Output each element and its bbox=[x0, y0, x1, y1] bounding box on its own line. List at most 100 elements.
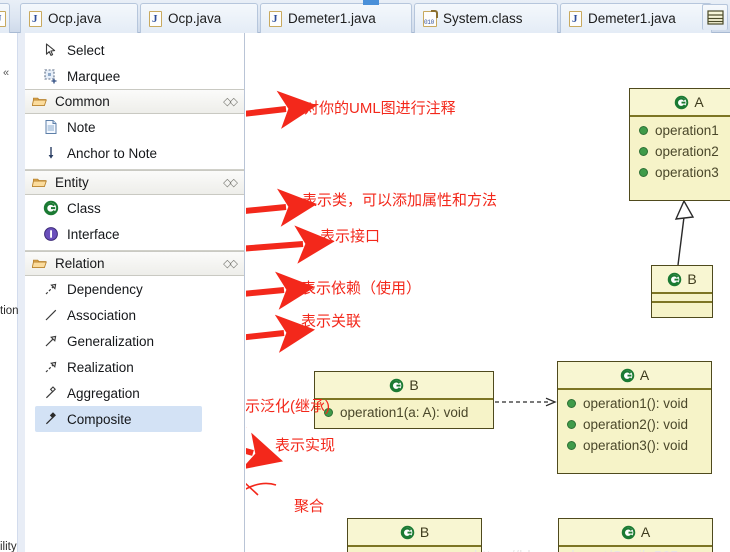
aggregation-diamond-icon bbox=[45, 386, 56, 399]
palette-section-relation[interactable]: Relation ◇◇ bbox=[25, 251, 244, 276]
uml-operation-label: operation1 bbox=[655, 123, 719, 138]
palette-group-common-items: Note Anchor to Note bbox=[25, 114, 244, 166]
uml-operation-label: operation3(): void bbox=[583, 438, 689, 453]
uml-class-box-a-top[interactable]: A operation1 operation2 operation3 bbox=[629, 88, 730, 201]
uml-operation-label: operation2(): void bbox=[583, 417, 689, 432]
class-green-icon bbox=[621, 525, 636, 539]
palette-item-select[interactable]: Select bbox=[25, 37, 244, 63]
palette-section-title: Relation bbox=[55, 256, 105, 271]
palette-item-anchor-to-note[interactable]: Anchor to Note bbox=[25, 140, 244, 166]
uml-empty-compartment bbox=[652, 294, 712, 303]
uml-palette: Select Marquee Common ◇◇ Note Anchor to … bbox=[25, 33, 245, 552]
public-visibility-icon bbox=[567, 420, 576, 429]
palette-item-marquee[interactable]: Marquee bbox=[25, 63, 244, 89]
palette-item-note[interactable]: Note bbox=[25, 114, 244, 140]
cursor-select-icon bbox=[45, 43, 56, 56]
palette-item-label: Generalization bbox=[67, 333, 155, 349]
uml-class-box-b-bottom[interactable]: B bbox=[347, 518, 482, 552]
uml-operation: operation3(): void bbox=[558, 435, 711, 456]
editor-tab-label: System.class bbox=[443, 11, 523, 26]
java-file-icon: J bbox=[0, 10, 6, 27]
class-green-icon bbox=[400, 525, 415, 539]
palette-section-common[interactable]: Common ◇◇ bbox=[25, 89, 244, 114]
editor-tab-demeter1-java-1[interactable]: J Demeter1.java bbox=[260, 3, 412, 33]
collapse-pin-icon[interactable]: ◇◇ bbox=[223, 95, 238, 108]
tab-drop-marker bbox=[363, 0, 379, 5]
uml-class-name: A bbox=[639, 367, 650, 383]
palette-item-label: Aggregation bbox=[67, 385, 140, 401]
marquee-select-icon bbox=[44, 69, 57, 84]
editor-tab-demeter1-java-2[interactable]: J Demeter1.java bbox=[560, 3, 712, 33]
editor-tab-ocp-java-2[interactable]: J Ocp.java bbox=[140, 3, 258, 33]
class-green-icon bbox=[668, 272, 682, 286]
uml-operation: operation1(): void bbox=[558, 393, 711, 414]
public-visibility-icon bbox=[639, 126, 648, 135]
uml-class-title: B bbox=[652, 266, 712, 294]
uml-class-name: B bbox=[687, 271, 697, 287]
uml-class-title: A bbox=[558, 362, 711, 390]
uml-class-name: B bbox=[409, 377, 419, 393]
palette-section-title: Entity bbox=[55, 175, 89, 190]
palette-item-label: Class bbox=[67, 200, 101, 216]
palette-section-title: Common bbox=[55, 94, 110, 109]
public-visibility-icon bbox=[639, 147, 648, 156]
editor-tab-partial-left[interactable]: J bbox=[0, 3, 10, 33]
uml-diagram-canvas[interactable]: 对你的UML图进行注释 表示类，可以添加属性和方法 表示接口 表示依赖（使用） … bbox=[246, 33, 730, 552]
palette-group-entity-items: Class Interface bbox=[25, 195, 244, 247]
palette-item-interface[interactable]: Interface bbox=[25, 221, 244, 247]
uml-class-name: A bbox=[694, 94, 704, 110]
editor-list-icon[interactable] bbox=[702, 4, 728, 30]
uml-class-box-b-top[interactable]: B bbox=[651, 265, 713, 318]
java-file-icon: J bbox=[149, 10, 162, 27]
class-green-icon bbox=[390, 378, 404, 392]
association-line-icon bbox=[45, 309, 57, 321]
uml-operation-label: operation1(): void bbox=[583, 396, 689, 411]
editor-tab-label: Ocp.java bbox=[168, 11, 222, 26]
uml-operation-label: operation2 bbox=[655, 144, 719, 159]
uml-operation: operation2(): void bbox=[558, 414, 711, 435]
uml-class-name: B bbox=[419, 524, 430, 540]
uml-class-title: A bbox=[559, 519, 712, 547]
palette-item-generalization[interactable]: Generalization bbox=[25, 328, 244, 354]
palette-item-aggregation[interactable]: Aggregation bbox=[25, 380, 244, 406]
uml-operations-compartment: operation1(): void operation2(): void op… bbox=[558, 390, 711, 459]
palette-item-composite[interactable]: Composite bbox=[35, 406, 202, 432]
palette-section-entity[interactable]: Entity ◇◇ bbox=[25, 170, 244, 195]
class-green-icon bbox=[43, 200, 59, 216]
palette-item-class[interactable]: Class bbox=[25, 195, 244, 221]
collapse-pin-icon[interactable]: ◇◇ bbox=[223, 257, 238, 270]
editor-tab-system-class[interactable]: 010 System.class bbox=[414, 3, 558, 33]
palette-item-label: Marquee bbox=[67, 68, 121, 84]
composite-diamond-icon bbox=[45, 412, 56, 425]
palette-item-realization[interactable]: Realization bbox=[25, 354, 244, 380]
uml-operations-compartment: operation1 operation2 operation3 bbox=[630, 117, 730, 186]
java-file-icon: J bbox=[269, 10, 282, 27]
class-green-icon bbox=[675, 95, 689, 109]
uml-class-title: B bbox=[348, 519, 481, 547]
generalization-arrow-icon bbox=[45, 335, 57, 347]
palette-item-label: Anchor to Note bbox=[67, 145, 158, 161]
palette-group-relation-items: Dependency Association Generalization Re… bbox=[25, 276, 244, 432]
collapse-pin-icon[interactable]: ◇◇ bbox=[223, 176, 238, 189]
palette-item-label: Note bbox=[67, 119, 96, 135]
uml-class-box-a-mid[interactable]: A operation1(): void operation2(): void … bbox=[557, 361, 712, 474]
eclipse-uml-editor-window: J J Ocp.java J Ocp.java J Demeter1.java … bbox=[0, 0, 730, 552]
folder-icon bbox=[32, 259, 47, 268]
palette-item-label: Association bbox=[67, 307, 137, 323]
palette-item-association[interactable]: Association bbox=[25, 302, 244, 328]
note-icon bbox=[45, 120, 57, 134]
editor-tab-bar: J J Ocp.java J Ocp.java J Demeter1.java … bbox=[0, 0, 730, 33]
generalization-connector-top bbox=[674, 199, 695, 266]
palette-item-label: Select bbox=[67, 42, 105, 58]
uml-class-box-b-mid[interactable]: B operation1(a: A): void bbox=[314, 371, 494, 429]
uml-class-box-a-bottom[interactable]: A bbox=[558, 518, 713, 552]
class-green-icon bbox=[620, 368, 635, 382]
double-chevron-left-icon[interactable]: « bbox=[3, 67, 15, 79]
palette-item-label: Dependency bbox=[67, 281, 143, 297]
editor-tab-ocp-java-1[interactable]: J Ocp.java bbox=[20, 3, 138, 33]
public-visibility-icon bbox=[567, 399, 576, 408]
folder-icon bbox=[32, 178, 47, 187]
editor-tab-label: Demeter1.java bbox=[588, 11, 676, 26]
dependency-connector-mid bbox=[495, 397, 557, 407]
palette-item-dependency[interactable]: Dependency bbox=[25, 276, 244, 302]
